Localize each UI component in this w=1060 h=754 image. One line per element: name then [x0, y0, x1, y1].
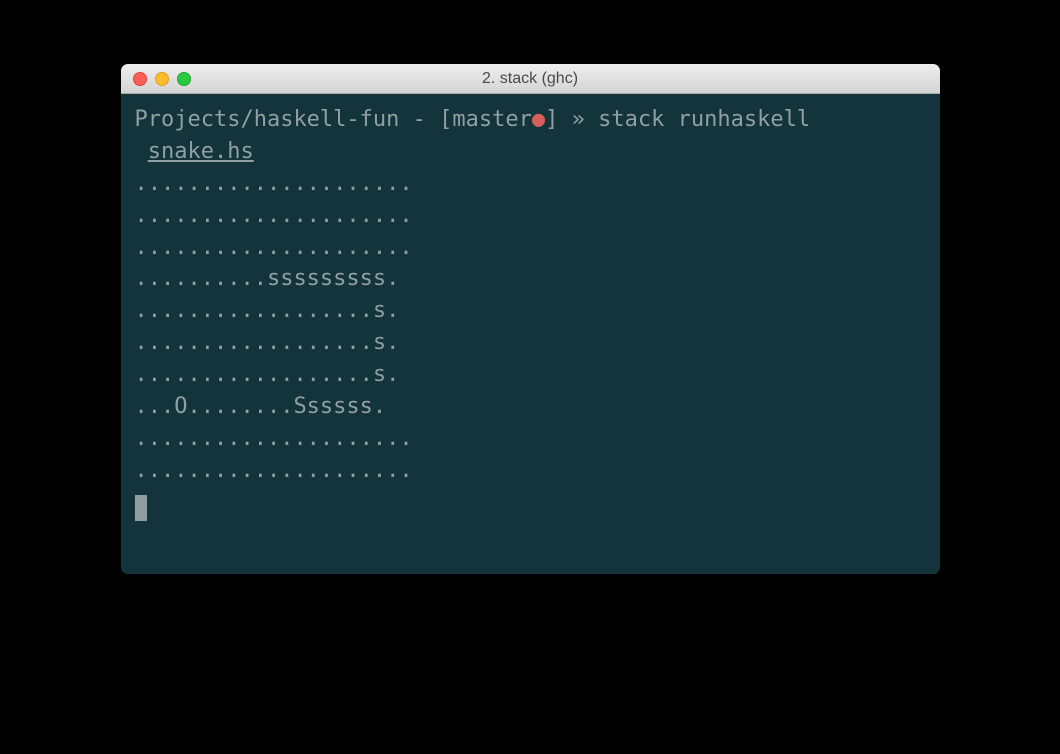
output-row: ..................s.: [135, 295, 926, 327]
terminal-window: 2. stack (ghc) Projects/haskell-fun - [m…: [121, 64, 940, 574]
minimize-icon[interactable]: [155, 72, 169, 86]
command-text: stack runhaskell: [598, 107, 810, 132]
window-title: 2. stack (ghc): [121, 70, 940, 88]
terminal-body[interactable]: Projects/haskell-fun - [master●] » stack…: [121, 94, 940, 574]
prompt-sep: -: [399, 107, 439, 132]
output-row: .....................: [135, 200, 926, 232]
output-row: .....................: [135, 168, 926, 200]
cursor-line: [135, 487, 926, 525]
branch-close: ]: [545, 107, 558, 132]
traffic-lights: [121, 72, 191, 86]
prompt-path: Projects/haskell-fun: [135, 107, 400, 132]
close-icon[interactable]: [133, 72, 147, 86]
output-row: ..........sssssssss.: [135, 263, 926, 295]
maximize-icon[interactable]: [177, 72, 191, 86]
prompt-line: Projects/haskell-fun - [master●] » stack…: [135, 104, 926, 136]
output-row: ..................s.: [135, 359, 926, 391]
branch-open: [: [439, 107, 452, 132]
prompt-arrow-icon: »: [558, 107, 598, 132]
dirty-indicator-icon: ●: [532, 107, 545, 132]
indent: [135, 139, 148, 164]
filename: snake.hs: [148, 139, 254, 164]
branch-name: master: [452, 107, 531, 132]
titlebar[interactable]: 2. stack (ghc): [121, 64, 940, 94]
output-row: ..................s.: [135, 327, 926, 359]
cursor-icon: [135, 495, 147, 521]
output-row: .....................: [135, 455, 926, 487]
output-row: .....................: [135, 423, 926, 455]
output-row: .....................: [135, 232, 926, 264]
output-row: ...O........Ssssss.: [135, 391, 926, 423]
command-continuation: snake.hs: [135, 136, 926, 168]
